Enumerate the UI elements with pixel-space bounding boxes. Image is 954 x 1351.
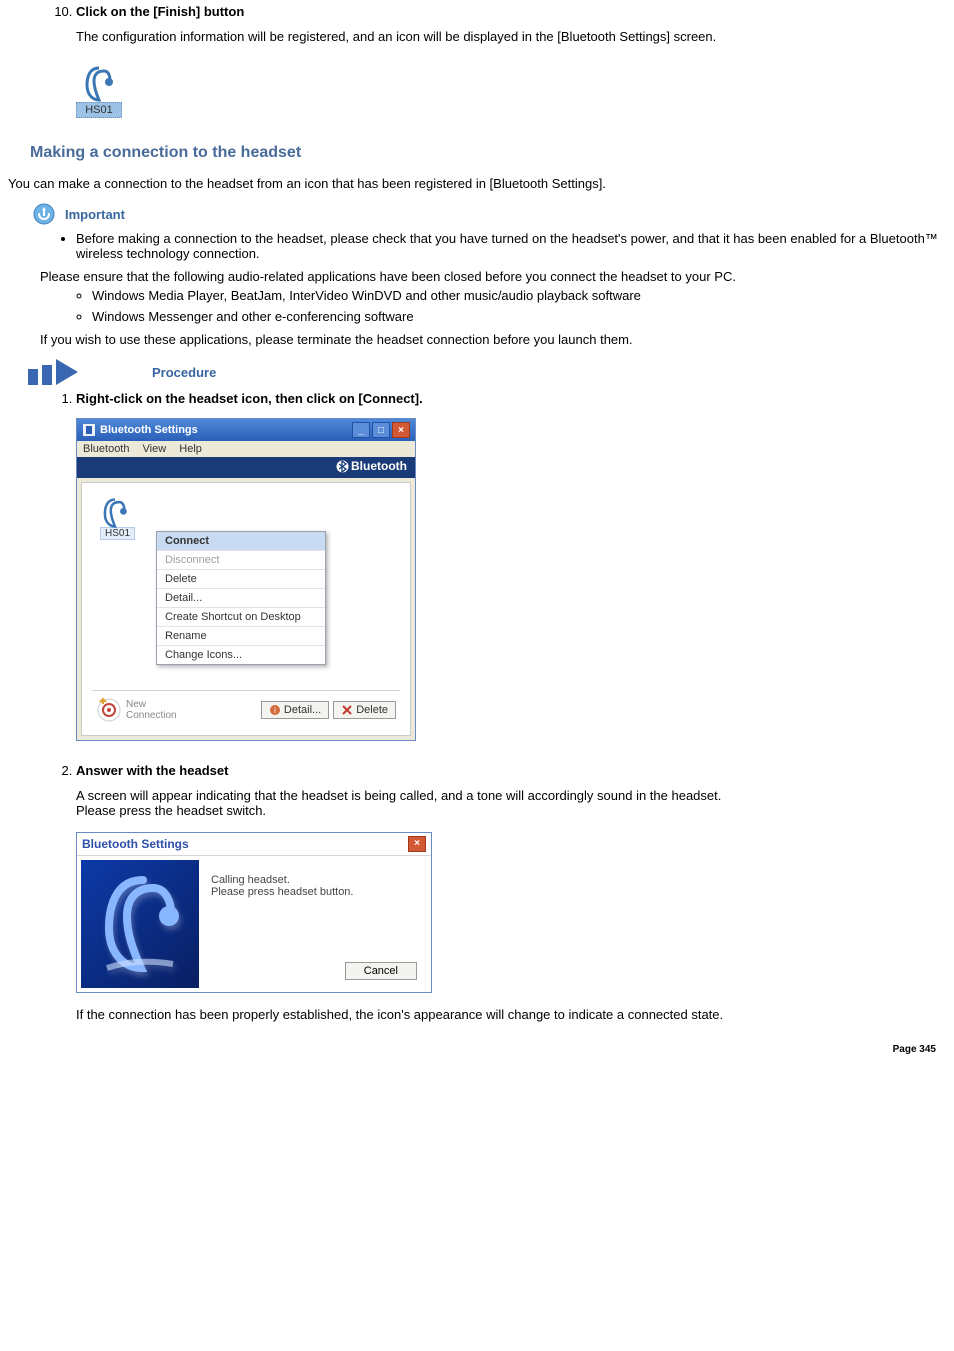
context-item-detail[interactable]: Detail...	[157, 588, 325, 607]
page-number: Page 345	[8, 1044, 936, 1055]
window-title: Bluetooth Settings	[100, 424, 352, 436]
proc-step-2-title: Answer with the headset	[76, 763, 228, 778]
window-close-button[interactable]: ×	[392, 422, 410, 438]
hs01-chip-label: HS01	[100, 527, 135, 540]
context-item-disconnect: Disconnect	[157, 550, 325, 569]
proc-step-2-body1: A screen will appear indicating that the…	[76, 788, 946, 803]
important-label: Important	[65, 207, 125, 222]
bluetooth-logo-icon	[336, 460, 349, 473]
window-titlebar: Bluetooth Settings _ □ ×	[77, 419, 415, 441]
window-maximize-button[interactable]: □	[372, 422, 390, 438]
context-item-create-shortcut[interactable]: Create Shortcut on Desktop	[157, 607, 325, 626]
step-10-body: The configuration information will be re…	[76, 29, 946, 44]
new-connection-icon	[96, 697, 122, 723]
menu-view[interactable]: View	[143, 443, 167, 455]
context-item-rename[interactable]: Rename	[157, 626, 325, 645]
dialog-line-2: Please press headset button.	[211, 886, 419, 898]
hs01-device-chip[interactable]: HS01	[100, 497, 135, 540]
section-heading-making-connection: Making a connection to the headset	[30, 144, 946, 162]
headset-icon	[82, 65, 116, 103]
app-example-2: Windows Messenger and other e-conferenci…	[92, 309, 946, 324]
headset-silhouette-icon	[97, 874, 183, 974]
procedure-arrow-icon	[28, 359, 138, 385]
section-intro-text: You can make a connection to the headset…	[8, 176, 946, 191]
terminate-before-launch-text: If you wish to use these applications, p…	[40, 332, 946, 347]
new-connection-button[interactable]: New Connection	[96, 697, 177, 723]
headset-icon	[100, 497, 130, 529]
info-icon: i	[269, 704, 281, 716]
detail-button[interactable]: i Detail...	[261, 701, 329, 719]
dialog-line-1: Calling headset.	[211, 874, 419, 886]
bluetooth-settings-window: Bluetooth Settings _ □ × Bluetooth View …	[76, 418, 416, 741]
window-minimize-button[interactable]: _	[352, 422, 370, 438]
context-menu: Connect Disconnect Delete Detail... Crea…	[156, 531, 326, 665]
window-bottom-toolbar: New Connection i Detail... Delete	[92, 690, 400, 725]
context-item-delete[interactable]: Delete	[157, 569, 325, 588]
ensure-closed-text: Please ensure that the following audio-r…	[40, 269, 946, 284]
cancel-button[interactable]: Cancel	[345, 962, 417, 980]
context-item-connect[interactable]: Connect	[157, 532, 325, 550]
menu-help[interactable]: Help	[179, 443, 202, 455]
step-10-title: Click on the [Finish] button	[76, 4, 244, 19]
important-bullet: Before making a connection to the headse…	[76, 231, 938, 261]
calling-headset-dialog: Bluetooth Settings × Calling headset. Pl…	[76, 832, 432, 993]
proc-step-2-body2: Please press the headset switch.	[76, 803, 946, 818]
window-menubar: Bluetooth View Help	[77, 441, 415, 457]
svg-text:i: i	[274, 706, 276, 715]
procedure-label: Procedure	[152, 365, 216, 380]
window-app-icon	[82, 423, 96, 437]
important-icon	[33, 203, 55, 225]
after-connection-text: If the connection has been properly esta…	[76, 1007, 946, 1022]
hs01-label: HS01	[76, 102, 122, 118]
context-item-change-icons[interactable]: Change Icons...	[157, 645, 325, 664]
app-example-1: Windows Media Player, BeatJam, InterVide…	[92, 288, 946, 303]
delete-x-icon	[341, 704, 353, 716]
headset-device-icon: HS01	[76, 64, 122, 118]
delete-button[interactable]: Delete	[333, 701, 396, 719]
dialog-title: Bluetooth Settings	[82, 837, 408, 851]
bluetooth-brand-bar: Bluetooth	[77, 457, 415, 478]
menu-bluetooth[interactable]: Bluetooth	[83, 443, 129, 455]
proc-step-1-title: Right-click on the headset icon, then cl…	[76, 391, 423, 406]
dialog-headset-image	[81, 860, 199, 988]
dialog-close-button[interactable]: ×	[408, 836, 426, 852]
